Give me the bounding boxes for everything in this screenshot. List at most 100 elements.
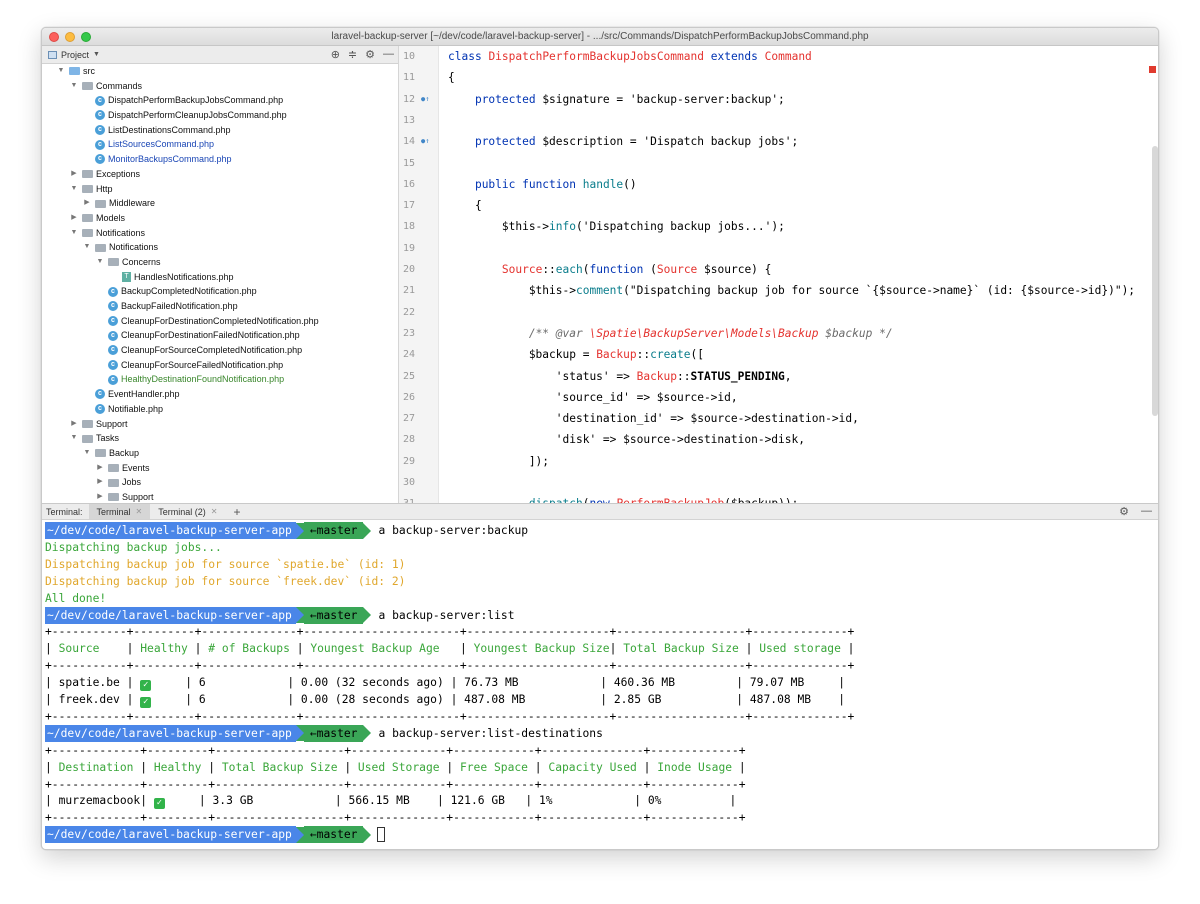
chevron-right-icon[interactable]: ▶ <box>69 417 79 432</box>
check-icon: ✓ <box>140 680 152 692</box>
tree-item[interactable]: ▶ Jobs <box>42 475 398 490</box>
tree-item[interactable]: ▼ Commands <box>42 79 398 94</box>
code-line[interactable]: 21 $this->comment("Dispatching backup jo… <box>399 280 1158 301</box>
code-line[interactable]: 14 ●↑ protected $description = 'Dispatch … <box>399 131 1158 152</box>
powerline-separator <box>295 725 304 742</box>
tab-terminal[interactable]: Terminal ✕ <box>88 504 151 519</box>
tree-item[interactable]: c CleanupForSourceFailedNotification.php <box>42 358 398 373</box>
locate-icon[interactable]: ⊕ <box>331 48 340 61</box>
chevron-down-icon[interactable]: ▼ <box>69 226 79 241</box>
code-line[interactable]: 31 dispatch(new PerformBackupJob($backup… <box>399 493 1158 503</box>
chevron-down-icon[interactable]: ▼ <box>82 446 92 461</box>
code-line[interactable]: 27 'destination_id' => $source->destinat… <box>399 408 1158 429</box>
chevron-down-icon[interactable]: ▼ <box>69 431 79 446</box>
code-line[interactable]: 26 'source_id' => $source->id, <box>399 387 1158 408</box>
code-line[interactable]: 30 <box>399 472 1158 493</box>
chevron-right-icon[interactable]: ▶ <box>95 475 105 490</box>
tree-item[interactable]: c CleanupForDestinationCompletedNotificat… <box>42 314 398 329</box>
tree-item[interactable]: c BackupFailedNotification.php <box>42 299 398 314</box>
tree-item[interactable]: ▼ Notifications <box>42 240 398 255</box>
gear-icon[interactable]: ⚙ <box>1119 505 1129 518</box>
code-line[interactable]: 15 <box>399 153 1158 174</box>
override-marker-icon[interactable]: ●↑ <box>421 89 431 110</box>
tree-item[interactable]: ▼ Http <box>42 182 398 197</box>
tree-item[interactable]: c HealthyDestinationFoundNotification.php <box>42 372 398 387</box>
code-line[interactable]: 29 ]); <box>399 451 1158 472</box>
tree-item[interactable]: c DispatchPerformCleanupJobsCommand.php <box>42 108 398 123</box>
check-icon: ✓ <box>153 798 165 810</box>
code-line[interactable]: 17 { <box>399 195 1158 216</box>
chevron-down-icon[interactable]: ▼ <box>56 64 66 79</box>
gear-icon[interactable]: ⚙ <box>365 48 375 61</box>
line-number: 25 <box>403 370 416 382</box>
tree-item[interactable]: c Notifiable.php <box>42 402 398 417</box>
tree-item[interactable]: c ListSourcesCommand.php <box>42 137 398 152</box>
chevron-right-icon[interactable]: ▶ <box>69 167 79 182</box>
code-editor[interactable]: 10 class DispatchPerformBackupJobsCommand… <box>399 46 1158 503</box>
code-text: ]); <box>448 454 550 468</box>
chevron-down-icon[interactable]: ▼ <box>82 240 92 255</box>
tree-item[interactable]: c ListDestinationsCommand.php <box>42 123 398 138</box>
table-separator: | <box>600 676 608 690</box>
chevron-down-icon[interactable]: ▼ <box>69 182 79 197</box>
close-icon[interactable]: ✕ <box>211 507 218 516</box>
zoom-window-button[interactable] <box>81 32 91 42</box>
terminal-output[interactable]: ~/dev/code/laravel-backup-server-app ←mas… <box>42 520 1158 849</box>
tree-item-label: Middleware <box>109 198 156 209</box>
tree-item[interactable]: ▼ Tasks <box>42 431 398 446</box>
project-panel-title[interactable]: Project <box>61 50 89 60</box>
tree-item-label: src <box>83 66 95 76</box>
hide-panel-icon[interactable]: — <box>383 48 394 61</box>
code-line[interactable]: 18 $this->info('Dispatching backup jobs.… <box>399 216 1158 237</box>
tree-item[interactable]: T HandlesNotifications.php <box>42 270 398 285</box>
code-line[interactable]: 11 { <box>399 67 1158 88</box>
table-header-cell: Inode Usage <box>650 760 739 774</box>
error-marker[interactable] <box>1149 66 1156 73</box>
editor-scrollbar[interactable] <box>1152 146 1158 416</box>
chevron-down-icon[interactable]: ▼ <box>95 255 105 270</box>
terminal-prompt: ~/dev/code/laravel-backup-server-app ←mas… <box>45 606 515 624</box>
code-line[interactable]: 12 ●↑ protected $signature = 'backup-serv… <box>399 89 1158 110</box>
chevron-right-icon[interactable]: ▶ <box>95 490 105 503</box>
tree-item[interactable]: c BackupCompletedNotification.php <box>42 284 398 299</box>
tree-item[interactable]: ▶ Models <box>42 211 398 226</box>
code-line[interactable]: 22 <box>399 302 1158 323</box>
tab-terminal-2[interactable]: Terminal (2) ✕ <box>150 504 225 519</box>
collapse-all-icon[interactable]: ≑ <box>348 48 357 61</box>
tree-item[interactable]: ▶ Support <box>42 417 398 432</box>
close-window-button[interactable] <box>49 32 59 42</box>
code-line[interactable]: 10 class DispatchPerformBackupJobsCommand… <box>399 46 1158 67</box>
code-line[interactable]: 25 'status' => Backup::STATUS_PENDING, <box>399 366 1158 387</box>
chevron-down-icon[interactable]: ▼ <box>93 51 100 58</box>
tree-item[interactable]: ▶ Events <box>42 461 398 476</box>
tree-item[interactable]: ▼ Concerns <box>42 255 398 270</box>
tree-item[interactable]: ▼ Notifications <box>42 226 398 241</box>
tree-item[interactable]: ▼ src <box>42 64 398 79</box>
tree-item[interactable]: c DispatchPerformBackupJobsCommand.php <box>42 93 398 108</box>
chevron-down-icon[interactable]: ▼ <box>69 79 79 94</box>
code-line[interactable]: 28 'disk' => $source->destination->disk, <box>399 429 1158 450</box>
tree-item[interactable]: c MonitorBackupsCommand.php <box>42 152 398 167</box>
code-line[interactable]: 23 /** @var \Spatie\BackupServer\Models\… <box>399 323 1158 344</box>
terminal-cursor[interactable] <box>377 827 386 843</box>
hide-panel-icon[interactable]: — <box>1141 505 1152 518</box>
add-terminal-button[interactable]: + <box>225 505 248 519</box>
close-icon[interactable]: ✕ <box>136 507 143 516</box>
tree-item[interactable]: c CleanupForDestinationFailedNotification… <box>42 328 398 343</box>
code-line[interactable]: 20 Source::each(function (Source $source… <box>399 259 1158 280</box>
tree-item[interactable]: ▶ Exceptions <box>42 167 398 182</box>
code-line[interactable]: 19 <box>399 238 1158 259</box>
code-line[interactable]: 16 public function handle() <box>399 174 1158 195</box>
code-line[interactable]: 24 $backup = Backup::create([ <box>399 344 1158 365</box>
tree-item[interactable]: ▶ Middleware <box>42 196 398 211</box>
code-line[interactable]: 13 <box>399 110 1158 131</box>
minimize-window-button[interactable] <box>65 32 75 42</box>
tree-item[interactable]: ▼ Backup <box>42 446 398 461</box>
chevron-right-icon[interactable]: ▶ <box>95 461 105 476</box>
override-marker-icon[interactable]: ●↑ <box>421 131 431 152</box>
tree-item[interactable]: c CleanupForSourceCompletedNotification.p… <box>42 343 398 358</box>
tree-item[interactable]: c EventHandler.php <box>42 387 398 402</box>
chevron-right-icon[interactable]: ▶ <box>69 211 79 226</box>
chevron-right-icon[interactable]: ▶ <box>82 196 92 211</box>
tree-item[interactable]: ▶ Support <box>42 490 398 503</box>
